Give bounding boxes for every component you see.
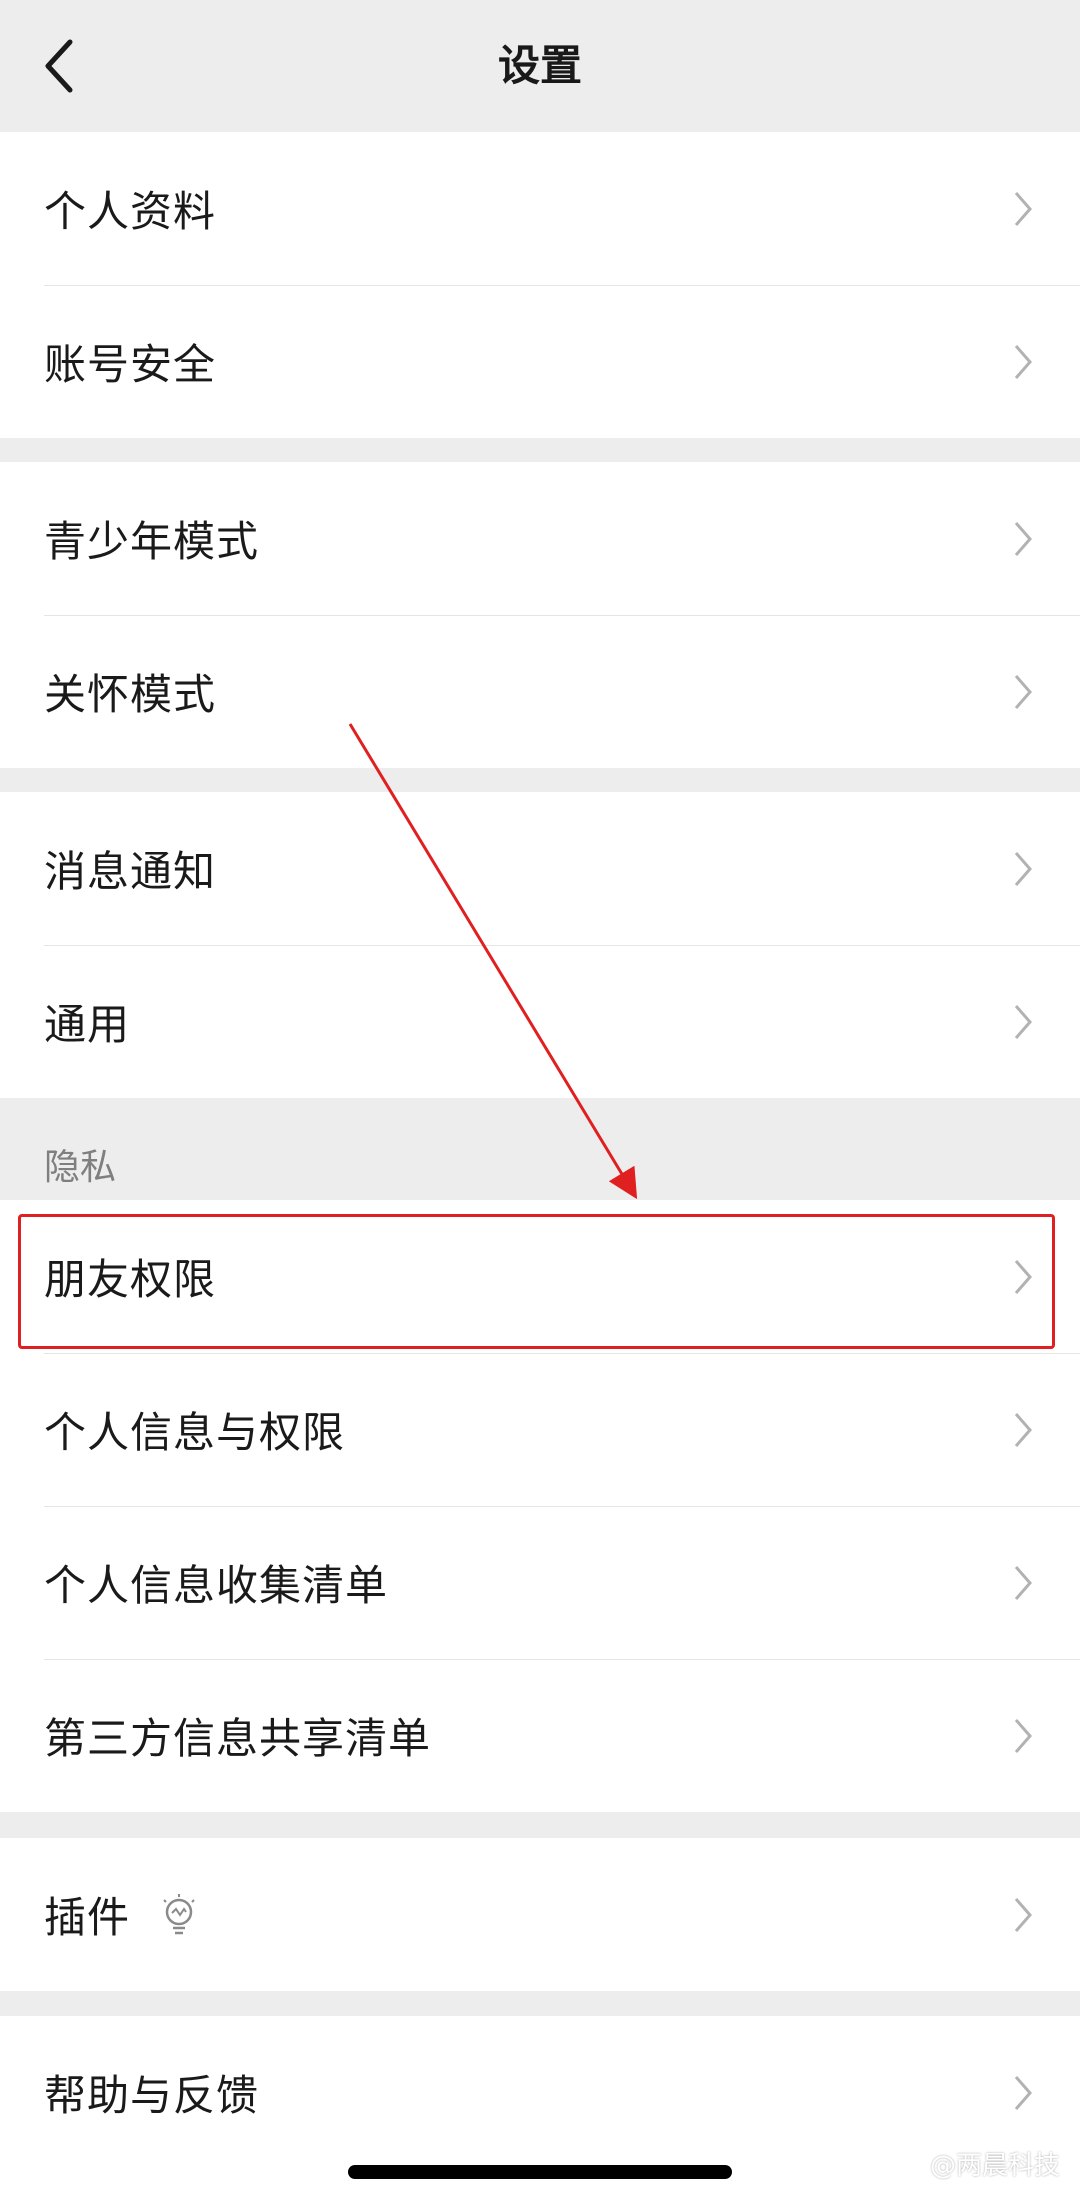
settings-item-label: 关怀模式 [44,670,217,719]
settings-item-care-mode[interactable]: 关怀模式 [0,615,1080,768]
settings-group-plugins: 插件 [0,1838,1080,1991]
settings-item-label: 个人资料 [44,187,217,236]
settings-item-label: 插件 [44,1893,131,1942]
settings-item-personal-info[interactable]: 个人资料 [0,132,1080,285]
chevron-right-icon [1014,852,1032,886]
chevron-right-icon [1014,1566,1032,1600]
settings-item-label: 帮助与反馈 [44,2071,260,2120]
chevron-right-icon [1014,1005,1032,1039]
settings-item-label: 个人信息收集清单 [44,1561,389,1610]
chevron-right-icon [1014,192,1032,226]
settings-item-plugins[interactable]: 插件 [0,1838,1080,1991]
settings-item-notifications[interactable]: 消息通知 [0,792,1080,945]
page-title: 设置 [497,41,582,90]
navigation-bar: 设置 [0,0,1080,132]
settings-item-friend-permissions[interactable]: 朋友权限 [0,1200,1080,1353]
chevron-right-icon [1014,1260,1032,1294]
chevron-right-icon [1014,522,1032,556]
lightbulb-icon [163,1893,195,1934]
settings-item-account-security[interactable]: 账号安全 [0,285,1080,438]
settings-item-third-party-sharing-list[interactable]: 第三方信息共享清单 [0,1659,1080,1812]
settings-group-general: 消息通知 通用 [0,792,1080,1098]
settings-group-profile: 个人资料 账号安全 [0,132,1080,438]
settings-item-label: 青少年模式 [44,517,260,566]
watermark: @两晨科技 [929,2151,1060,2181]
settings-item-label: 消息通知 [44,847,217,896]
settings-item-label: 个人信息与权限 [44,1408,346,1457]
chevron-right-icon [1014,1413,1032,1447]
section-label-privacy: 隐私 [44,1147,117,1188]
settings-item-personal-info-permissions[interactable]: 个人信息与权限 [0,1353,1080,1506]
settings-item-youth-mode[interactable]: 青少年模式 [0,462,1080,615]
settings-group-privacy: 朋友权限 个人信息与权限 个人信息收集清单 第三方信息共享清单 [0,1200,1080,1812]
settings-item-label: 第三方信息共享清单 [44,1714,432,1763]
chevron-right-icon [1014,345,1032,379]
settings-group-modes: 青少年模式 关怀模式 [0,462,1080,768]
settings-item-general[interactable]: 通用 [0,945,1080,1098]
settings-item-label: 账号安全 [44,340,217,389]
chevron-right-icon [1014,1719,1032,1753]
home-indicator[interactable] [348,2165,732,2179]
settings-item-help-feedback[interactable]: 帮助与反馈 [0,2016,1080,2169]
settings-item-label: 通用 [44,1000,131,1049]
chevron-right-icon [1014,2076,1032,2110]
chevron-right-icon [1014,1898,1032,1932]
settings-item-label: 朋友权限 [44,1255,217,1304]
chevron-right-icon [1014,675,1032,709]
settings-item-info-collection-list[interactable]: 个人信息收集清单 [0,1506,1080,1659]
